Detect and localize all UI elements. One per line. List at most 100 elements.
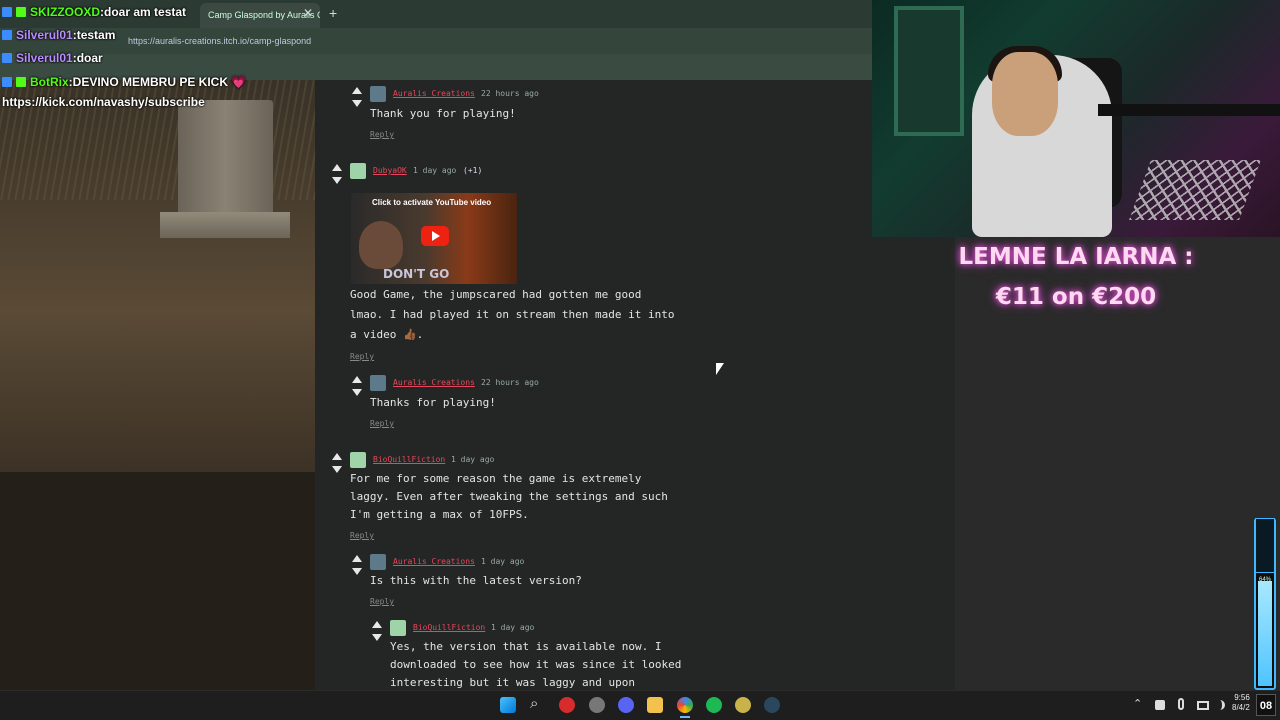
comment-text: downloaded to see how it was since it lo… [390, 658, 682, 671]
url-field[interactable]: https://auralis-creations.itch.io/camp-g… [128, 36, 311, 46]
chat-badge-icon [2, 7, 12, 17]
youtube-play-icon[interactable] [421, 226, 449, 246]
comment: Auralis Creations 22 hours ago Thank you… [350, 83, 750, 143]
webcam-feed [872, 0, 1280, 237]
downvote-icon[interactable] [372, 634, 382, 641]
chat-text: doar am testat [104, 5, 187, 19]
chat-message: BotRix : DEVINO MEMBRU PE KICK 💗 [2, 72, 246, 92]
downvote-icon[interactable] [352, 100, 362, 107]
chat-username: Silverul01 [16, 28, 73, 42]
game-tombstone [178, 100, 273, 215]
chrome-icon[interactable] [677, 697, 693, 713]
clock-date: 8/4/2 [1232, 703, 1250, 712]
avatar[interactable] [370, 554, 386, 570]
reply-link[interactable]: Reply [370, 130, 394, 139]
chat-text: testam [76, 28, 116, 42]
comment-text: lmao. I had played it on stream then mad… [350, 308, 675, 321]
chat-message: Silverul01 : testam [2, 25, 115, 45]
chat-text: doar [76, 51, 103, 65]
mouse-cursor-icon [716, 363, 724, 375]
comment-text: Yes, the version that is available now. … [390, 640, 662, 653]
vote-controls [350, 372, 364, 396]
discord-icon[interactable] [618, 697, 634, 713]
browser-tab[interactable]: Camp Glaspond by Auralis Cre [200, 3, 320, 28]
video-thumbnail-face [359, 221, 403, 269]
reply-link[interactable]: Reply [370, 597, 394, 606]
upvote-icon[interactable] [372, 621, 382, 628]
comment-text: laggy. Even after tweaking the settings … [350, 490, 668, 503]
battery-label: 64% [1259, 577, 1272, 583]
chat-badge-icon [2, 30, 12, 40]
comment: BioQuillFiction 1 day ago Yes, the versi… [370, 617, 750, 690]
comment-text: Thanks for playing! [370, 396, 496, 409]
comment-time: 22 hours ago [481, 378, 539, 387]
chat-badge-icon [2, 53, 12, 63]
spotify-icon[interactable] [706, 697, 722, 713]
downvote-icon[interactable] [352, 568, 362, 575]
youtube-music-icon[interactable] [559, 697, 575, 713]
vote-controls [330, 449, 344, 473]
new-tab-button[interactable]: + [329, 5, 337, 21]
comment-time: 1 day ago [451, 455, 495, 464]
youtube-activate-label: Click to activate YouTube video [372, 198, 492, 207]
clock-time: 9:56 [1234, 693, 1250, 702]
downvote-icon[interactable] [352, 389, 362, 396]
tab-close-icon[interactable]: ✕ [303, 6, 313, 20]
battery-fill [1258, 581, 1272, 686]
heart-icon: 💗 [231, 75, 246, 89]
chat-username: Silverul01 [16, 51, 73, 65]
display-icon[interactable] [1197, 701, 1209, 710]
chat-message: Silverul01 : doar [2, 48, 103, 68]
comment-author[interactable]: DubyaOK [373, 166, 407, 175]
chat-text: DEVINO MEMBRU PE KICK [72, 75, 229, 89]
upvote-icon[interactable] [352, 376, 362, 383]
comment-author[interactable]: Auralis Creations [393, 378, 475, 387]
search-icon[interactable]: ⌕ [530, 695, 548, 713]
upvote-icon[interactable] [352, 87, 362, 94]
upvote-icon[interactable] [332, 453, 342, 460]
youtube-embed[interactable]: Click to activate YouTube video DON'T GO [351, 193, 517, 284]
comment-text: I'm getting a max of 10FPS. [350, 508, 529, 521]
reply-link[interactable]: Reply [350, 352, 374, 361]
avatar[interactable] [370, 86, 386, 102]
chat-message: SKIZZOOXD : doar am testat [2, 2, 186, 22]
file-explorer-icon[interactable] [647, 697, 663, 713]
steam-icon[interactable] [764, 697, 780, 713]
chat-message: https://kick.com/navashy/subscribe [2, 92, 205, 112]
avatar[interactable] [390, 620, 406, 636]
chat-username: SKIZZOOXD [30, 5, 101, 19]
downvote-icon[interactable] [332, 177, 342, 184]
upvote-icon[interactable] [352, 555, 362, 562]
tray-chevron-icon[interactable]: ⌃ [1133, 697, 1142, 710]
network-icon[interactable] [1155, 700, 1165, 710]
comment: Auralis Creations 22 hours ago Thanks fo… [350, 372, 750, 432]
volume-icon[interactable] [1215, 700, 1225, 710]
battery-cap [1255, 518, 1275, 573]
comment-time: 1 day ago [491, 623, 535, 632]
comment: Auralis Creations 1 day ago Is this with… [350, 551, 750, 611]
comment-author[interactable]: Auralis Creations [393, 89, 475, 98]
chat-badge-icon [2, 77, 12, 87]
game-lower-area [0, 472, 315, 690]
comment-author[interactable]: Auralis Creations [393, 557, 475, 566]
comment-author[interactable]: BioQuillFiction [413, 623, 485, 632]
comment-text: Thank you for playing! [370, 107, 516, 120]
microphone-icon[interactable] [1178, 698, 1184, 710]
downvote-icon[interactable] [332, 466, 342, 473]
comment-text: Good Game, the jumpscared had gotten me … [350, 288, 642, 301]
avatar[interactable] [350, 452, 366, 468]
avatar[interactable] [370, 375, 386, 391]
donation-goal-value: €11 on €200 [995, 284, 1157, 310]
avatar[interactable] [350, 163, 366, 179]
notification-badge[interactable]: 08 [1256, 694, 1276, 716]
clock[interactable]: 9:56 8/4/2 [1232, 693, 1250, 713]
webcam-rug [1129, 160, 1261, 220]
obs-icon[interactable] [735, 697, 751, 713]
reply-link[interactable]: Reply [370, 419, 394, 428]
reply-link[interactable]: Reply [350, 531, 374, 540]
upvote-icon[interactable] [332, 164, 342, 171]
comment-author[interactable]: BioQuillFiction [373, 455, 445, 464]
chat-username: BotRix [30, 75, 69, 89]
windows-start-icon[interactable] [500, 697, 516, 713]
app-icon[interactable] [589, 697, 605, 713]
